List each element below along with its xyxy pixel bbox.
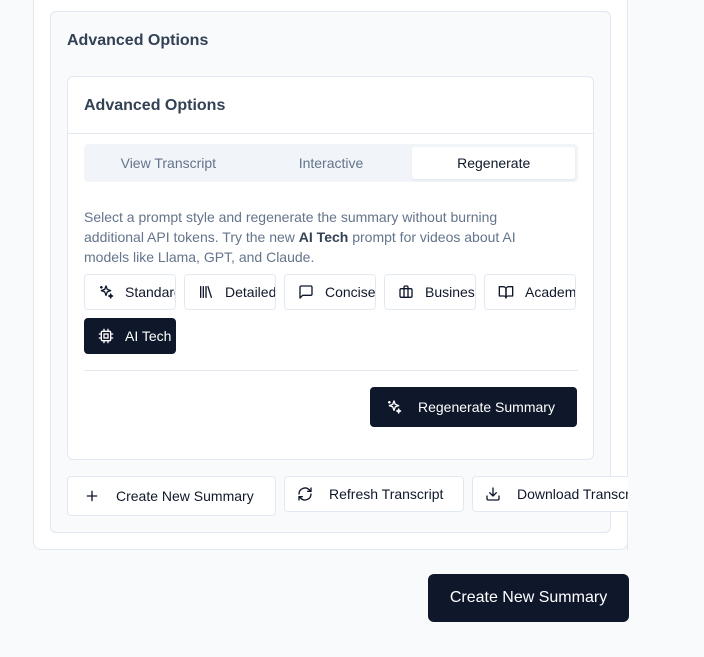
- advanced-options-card: Advanced Options View Transcript Interac…: [67, 76, 594, 460]
- download-icon: [485, 486, 501, 502]
- refresh-icon: [297, 486, 313, 502]
- description-highlight: AI Tech: [298, 229, 349, 245]
- regenerate-summary-button[interactable]: Regenerate Summary: [370, 387, 577, 427]
- download-label: Download Transcript: [517, 486, 628, 502]
- refresh-label: Refresh Transcript: [329, 486, 444, 502]
- message-square-icon: [298, 284, 314, 300]
- create-new-summary-primary-button[interactable]: Create New Summary: [428, 574, 629, 622]
- divider: [68, 133, 593, 134]
- style-business-button[interactable]: Business: [384, 274, 476, 310]
- divider: [84, 370, 578, 371]
- sparkles-icon: [98, 284, 114, 300]
- advanced-options-title: Advanced Options: [84, 97, 226, 114]
- sparkles-icon: [386, 399, 402, 415]
- briefcase-icon: [398, 284, 414, 300]
- style-label: Detailed: [225, 284, 276, 300]
- create-label: Create New Summary: [116, 488, 254, 504]
- advanced-options-section: Advanced Options Advanced Options View T…: [50, 11, 611, 533]
- tab-interactive[interactable]: Interactive: [250, 147, 413, 179]
- section-title: Advanced Options: [67, 32, 209, 49]
- style-label: Concise: [325, 284, 376, 300]
- tab-list: View Transcript Interactive Regenerate: [84, 144, 578, 182]
- style-label: Academic: [525, 284, 576, 300]
- style-standard-button[interactable]: Standard: [84, 274, 176, 310]
- cpu-icon: [98, 328, 114, 344]
- plus-icon: [84, 488, 100, 504]
- regenerate-label: Regenerate Summary: [418, 399, 555, 415]
- style-label: Business: [425, 284, 475, 300]
- library-icon: [198, 284, 214, 300]
- style-academic-button[interactable]: Academic: [484, 274, 576, 310]
- download-transcript-button[interactable]: Download Transcript: [472, 476, 628, 512]
- style-label: AI Tech: [125, 328, 172, 344]
- panel-divider: [627, 0, 628, 550]
- style-ai-tech-button[interactable]: AI Tech: [84, 318, 176, 354]
- style-detailed-button[interactable]: Detailed: [184, 274, 276, 310]
- create-new-summary-button[interactable]: Create New Summary: [67, 476, 276, 516]
- tab-regenerate[interactable]: Regenerate: [412, 147, 576, 179]
- style-concise-button[interactable]: Concise: [284, 274, 376, 310]
- book-open-icon: [498, 284, 514, 300]
- tab-view-transcript[interactable]: View Transcript: [87, 147, 250, 179]
- regenerate-description: Select a prompt style and regenerate the…: [84, 207, 554, 267]
- style-label: Standard: [125, 284, 175, 300]
- refresh-transcript-button[interactable]: Refresh Transcript: [284, 476, 464, 512]
